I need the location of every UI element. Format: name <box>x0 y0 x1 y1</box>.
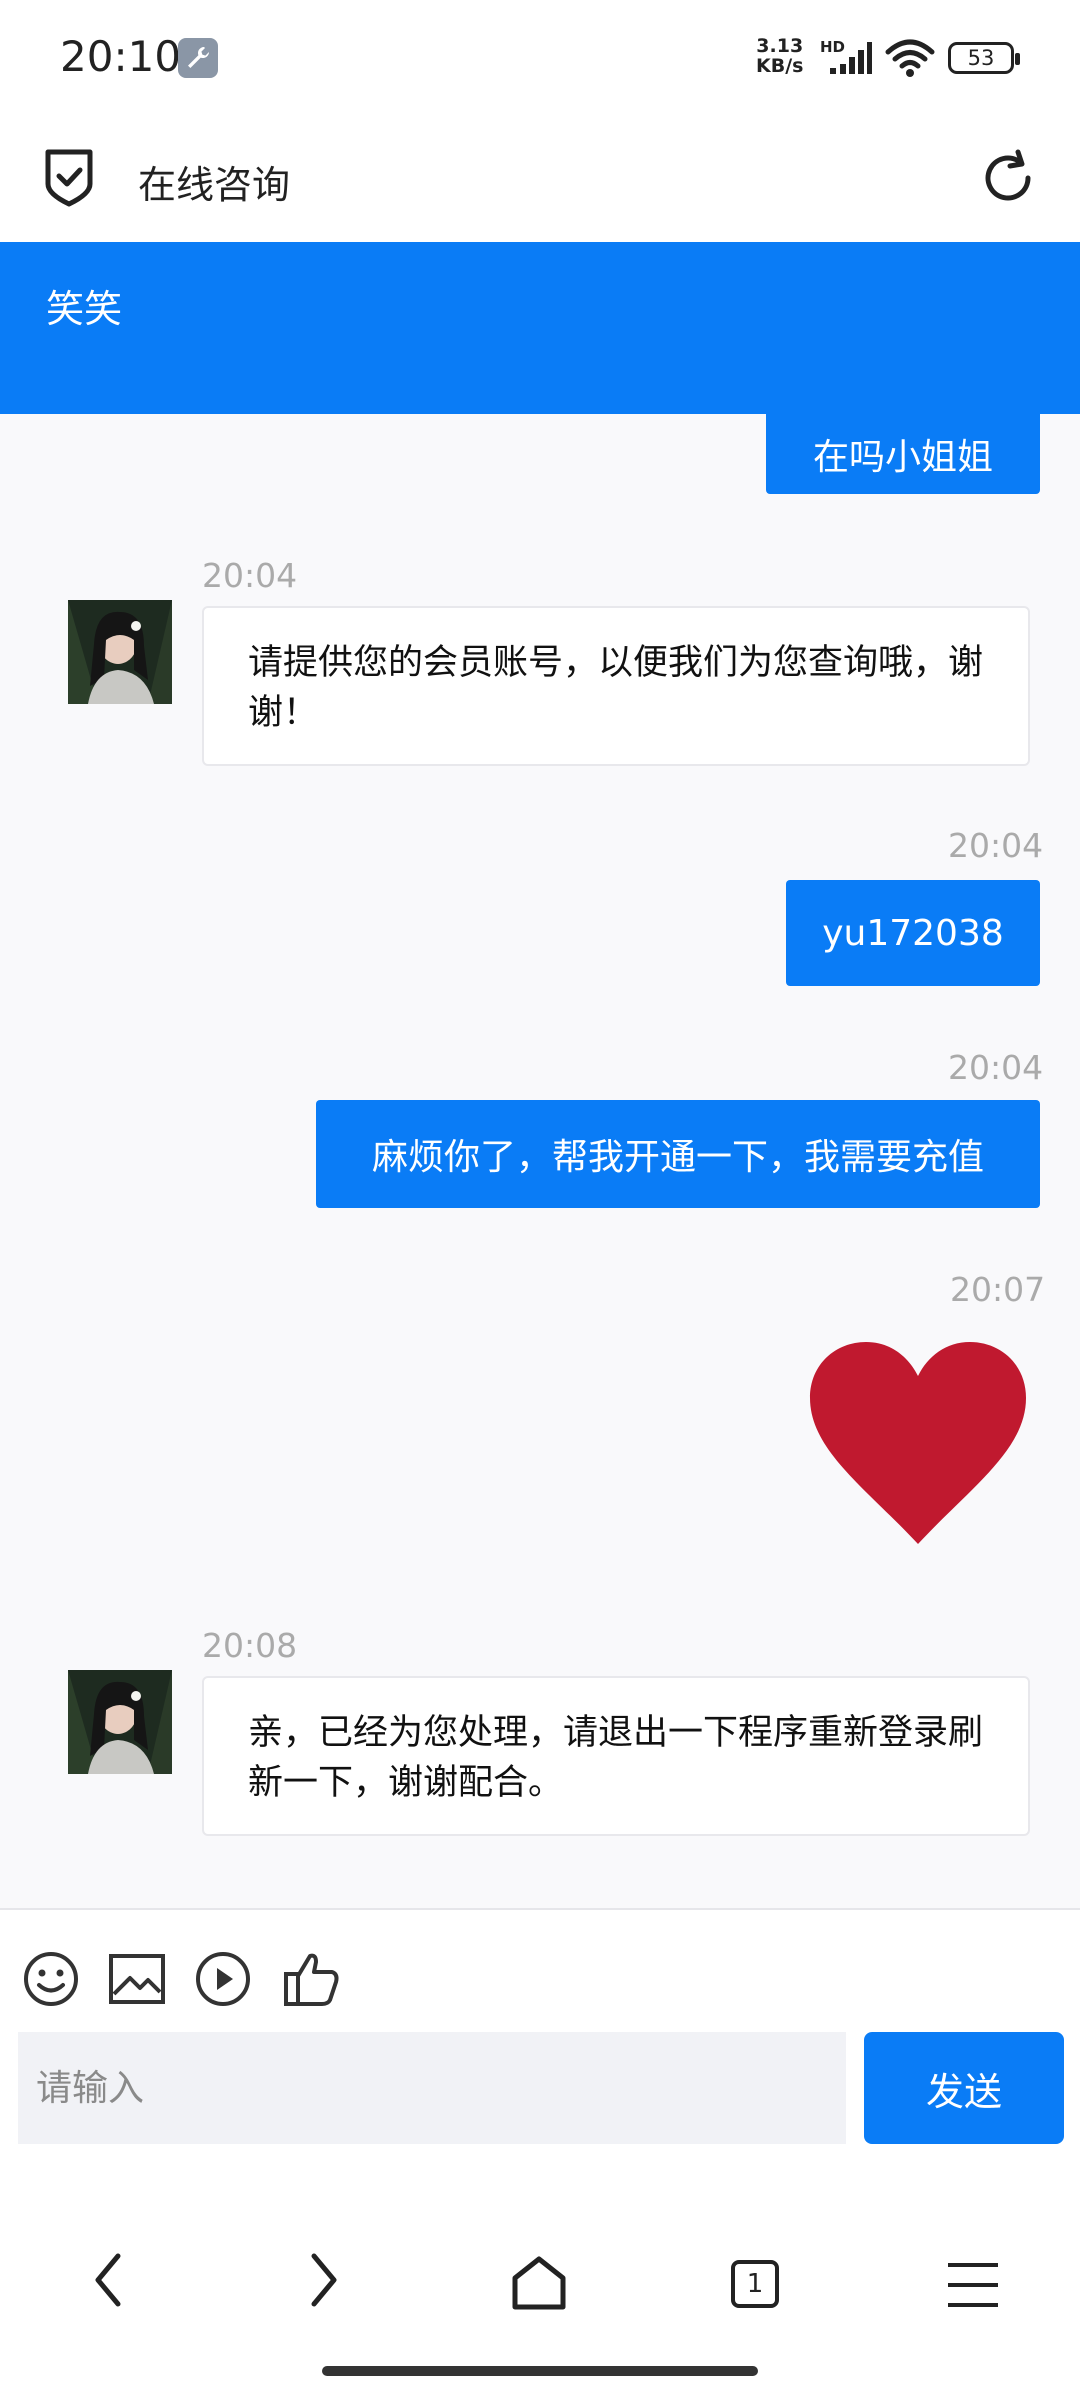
play-icon[interactable] <box>194 1950 252 2008</box>
incoming-message: 亲，已经为您处理，请退出一下程序重新登录刷新一下，谢谢配合。 <box>202 1676 1030 1836</box>
refresh-icon[interactable] <box>978 148 1038 208</box>
outgoing-message: 在吗小姐姐 <box>766 414 1040 494</box>
back-icon[interactable] <box>88 2250 128 2310</box>
image-icon[interactable] <box>108 1950 166 2008</box>
home-icon[interactable] <box>510 2254 568 2312</box>
browser-nav-bar: 1 <box>0 2160 1080 2400</box>
battery-icon: 53 <box>948 42 1020 74</box>
message-input[interactable] <box>18 2032 846 2144</box>
thumbs-up-icon[interactable] <box>282 1950 340 2008</box>
battery-level: 53 <box>967 46 995 70</box>
outgoing-message: 麻烦你了，帮我开通一下，我需要充值 <box>316 1100 1040 1208</box>
avatar <box>68 1670 172 1774</box>
status-time: 20:10 <box>60 32 182 81</box>
message-timestamp: 20:07 <box>950 1270 1046 1309</box>
smiley-icon[interactable] <box>22 1950 80 2008</box>
page-title: 在线咨询 <box>138 163 291 207</box>
signal-icon <box>830 42 872 74</box>
composer: 发送 <box>0 2020 1080 2160</box>
network-speed-value: 3.13 <box>756 35 804 57</box>
network-speed-unit: KB/s <box>756 55 804 77</box>
message-timestamp: 20:04 <box>948 826 1044 865</box>
avatar <box>68 600 172 704</box>
browser-bar: 在线咨询 <box>0 118 1080 242</box>
wifi-icon <box>885 39 935 77</box>
chat-area[interactable]: 在吗小姐姐 20:04 请提供您的会员账号，以便我们为您查询哦，谢谢！ 20:0… <box>0 414 1080 1908</box>
message-timestamp: 20:04 <box>948 1048 1044 1087</box>
composer-toolbar <box>0 1908 1080 2020</box>
forward-icon[interactable] <box>304 2250 344 2310</box>
message-timestamp: 20:04 <box>202 556 298 595</box>
status-bar: 20:10 3.13 KB/s HD 53 <box>0 0 1080 118</box>
send-button[interactable]: 发送 <box>864 2032 1064 2144</box>
heart-icon <box>810 1342 1026 1544</box>
outgoing-message: yu172038 <box>786 880 1040 986</box>
shield-check-icon[interactable] <box>42 148 96 208</box>
tabs-button[interactable]: 1 <box>731 2260 779 2308</box>
message-timestamp: 20:08 <box>202 1626 298 1665</box>
network-speed: 3.13 KB/s <box>756 36 803 76</box>
wrench-icon <box>178 38 218 78</box>
menu-icon[interactable] <box>946 2260 1000 2310</box>
chat-header: 笑笑 <box>0 242 1080 414</box>
agent-name: 笑笑 <box>46 287 123 331</box>
home-indicator <box>322 2366 758 2376</box>
incoming-message: 请提供您的会员账号，以便我们为您查询哦，谢谢！ <box>202 606 1030 766</box>
